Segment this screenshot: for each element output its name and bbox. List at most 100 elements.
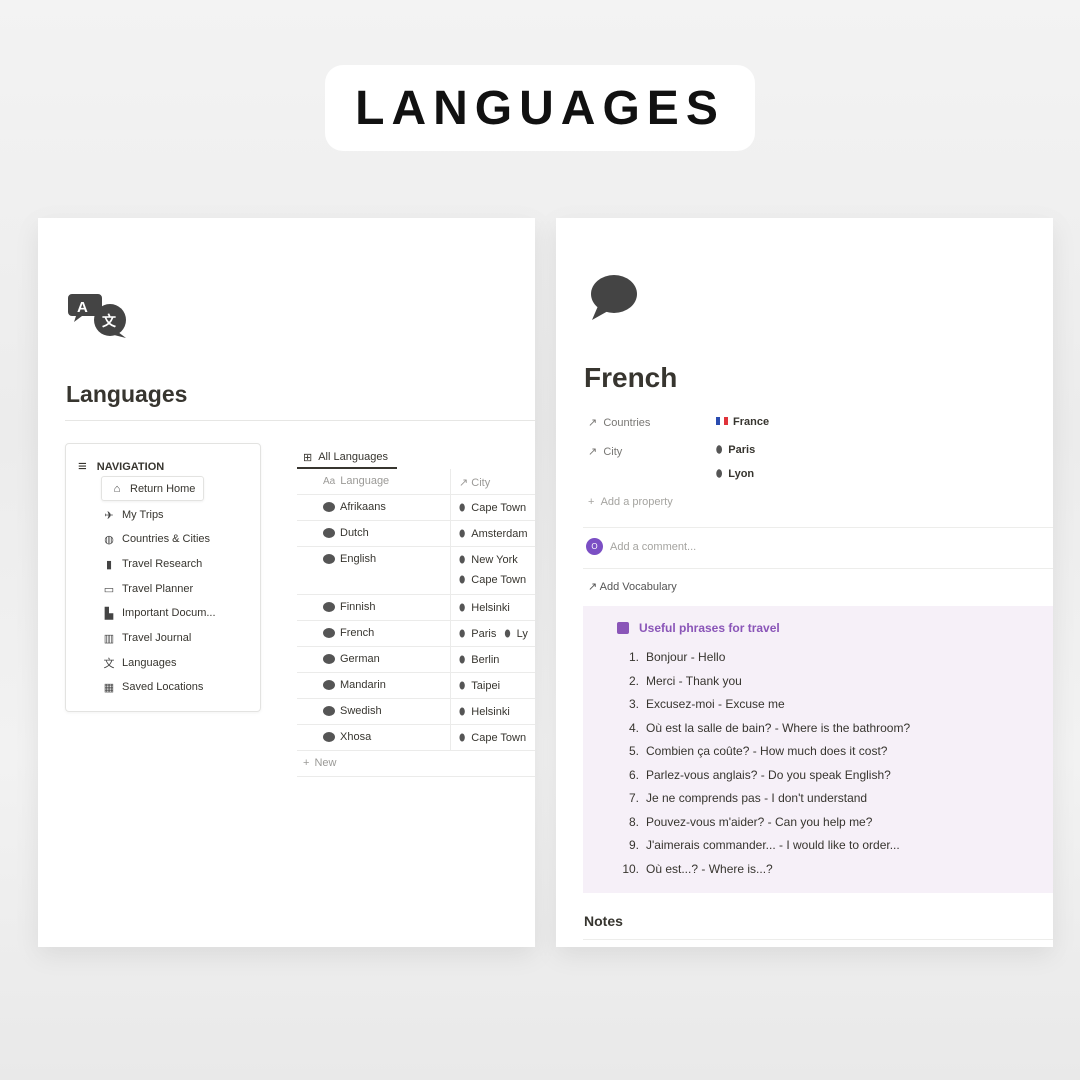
pin-icon: ⬮ <box>459 503 466 514</box>
nav-countries-cities[interactable]: ◍ Countries & Cities <box>102 529 210 549</box>
add-vocabulary-link[interactable]: ↗ Add Vocabulary <box>588 580 677 593</box>
pin-icon: ⬮ <box>459 529 466 540</box>
phrases-callout: Useful phrases for travel 1. Bonjour - He… <box>583 606 1053 893</box>
city-chip[interactable]: ⬮ Berlin <box>459 654 499 666</box>
languages-page: A文 Languages ≡ NAVIGATION ⌂ Return Home ✈ M… <box>38 218 535 947</box>
suitcase-icon <box>617 622 629 634</box>
nav-travel-research[interactable]: ▮ Travel Research <box>102 554 202 574</box>
page-title: French <box>584 362 678 393</box>
calendar-icon: ▭ <box>103 583 115 596</box>
pin-icon: ⬮ <box>459 733 466 744</box>
table-row[interactable]: Afrikaans ⬮ Cape Town <box>297 495 535 521</box>
nav-travel-journal[interactable]: ▥ Travel Journal <box>102 628 192 648</box>
city-chip[interactable]: ⬮ Helsinki <box>459 602 510 614</box>
new-row-button[interactable]: + New <box>297 751 535 777</box>
property-countries[interactable]: ↗ Countries <box>588 416 650 429</box>
speech-bubble-icon <box>323 732 335 742</box>
language-name[interactable]: Xhosa <box>340 731 371 743</box>
nav-my-trips[interactable]: ✈ My Trips <box>102 505 163 525</box>
table-row[interactable]: Finnish ⬮ Helsinki <box>297 595 535 621</box>
nav-travel-planner[interactable]: ▭ Travel Planner <box>102 579 193 599</box>
banner-title: LANGUAGES <box>325 65 755 151</box>
language-name[interactable]: English <box>340 553 376 565</box>
pin-icon: ⬮ <box>716 469 723 480</box>
phrase-item: 3. Excusez-moi - Excuse me <box>628 697 785 711</box>
pin-icon: ⬮ <box>459 629 466 640</box>
table-row[interactable]: Xhosa ⬮ Cape Town <box>297 725 535 751</box>
city-chip[interactable]: ⬮ Taipei <box>459 680 500 692</box>
globe-icon: ◍ <box>104 533 114 546</box>
languages-table: Aa Language ↗ City Afrikaans ⬮ Cape Town Dutc… <box>297 469 535 777</box>
nav-return-home[interactable]: ⌂ Return Home <box>101 476 205 501</box>
country-france[interactable]: France <box>716 416 769 428</box>
city-cell[interactable]: ⬮ Cape Town <box>450 725 535 750</box>
city-chip[interactable]: ⬮ Ly <box>504 628 528 640</box>
table-row[interactable]: French ⬮ Paris ⬮ Ly <box>297 621 535 647</box>
airplane-icon: ✈ <box>104 509 114 522</box>
table-row[interactable]: Mandarin ⬮ Taipei <box>297 673 535 699</box>
city-cell[interactable]: ⬮ Helsinki <box>450 595 526 620</box>
city-cell[interactable]: ⬮ Amsterdam <box>450 521 535 546</box>
nav-saved-locations[interactable]: ▦ Saved Locations <box>102 677 204 697</box>
phrase-item: 1. Bonjour - Hello <box>628 650 726 664</box>
speech-bubble-icon <box>590 274 640 327</box>
speech-bubble-icon <box>323 502 335 512</box>
language-name[interactable]: Finnish <box>340 601 375 613</box>
relation-arrow-icon: ↗ <box>588 417 598 429</box>
pin-icon: ⬮ <box>459 603 466 614</box>
divider <box>583 527 1053 528</box>
add-property-button[interactable]: + Add a property <box>588 496 673 508</box>
avatar: O <box>586 538 603 555</box>
property-city[interactable]: ↗ City <box>588 445 622 458</box>
city-cell[interactable]: ⬮ Taipei <box>450 673 516 698</box>
language-name[interactable]: Dutch <box>340 527 369 539</box>
house-icon: ⌂ <box>113 482 121 495</box>
city-lyon[interactable]: ⬮ Lyon <box>716 468 754 480</box>
menu-icon: ≡ <box>78 458 87 475</box>
navigation-box: ≡ NAVIGATION ⌂ Return Home ✈ My Trips ◍ Coun… <box>65 443 261 712</box>
city-cell[interactable]: ⬮ Cape Town <box>450 495 535 520</box>
divider <box>65 420 535 421</box>
city-chip[interactable]: ⬮ Paris <box>459 628 496 640</box>
speech-bubble-icon <box>323 706 335 716</box>
table-row[interactable]: English ⬮ New York ⬮ Cape Town <box>297 547 535 595</box>
text-type-icon: Aa <box>323 475 336 487</box>
city-chip[interactable]: ⬮ Helsinki <box>459 706 510 718</box>
phrase-item: 4. Où est la salle de bain? - Where is th… <box>628 720 911 735</box>
plus-icon: + <box>303 757 310 769</box>
table-row[interactable]: Dutch ⬮ Amsterdam <box>297 521 535 547</box>
comment-input[interactable]: Add a comment... <box>610 541 1010 553</box>
language-name[interactable]: Mandarin <box>340 679 386 691</box>
tab-all-languages[interactable]: ⊞ All Languages <box>297 447 397 469</box>
city-chip[interactable]: ⬮ Amsterdam <box>459 528 528 540</box>
svg-text:文: 文 <box>102 313 117 330</box>
speech-bubble-icon <box>323 654 335 664</box>
city-paris[interactable]: ⬮ Paris <box>716 444 755 456</box>
pin-icon: ⬮ <box>459 707 466 718</box>
speech-bubble-icon <box>323 628 335 638</box>
plus-icon: + <box>588 496 595 508</box>
france-flag-icon <box>716 417 728 425</box>
language-name[interactable]: German <box>340 653 380 665</box>
language-name[interactable]: Afrikaans <box>340 501 386 513</box>
notes-heading: Notes <box>584 913 623 929</box>
svg-text:A: A <box>77 299 88 316</box>
phrase-item: 6. Parlez-vous anglais? - Do you speak En… <box>628 767 891 782</box>
nav-languages[interactable]: 文 Languages <box>102 653 177 673</box>
city-cell[interactable]: ⬮ Berlin <box>450 647 515 672</box>
city-cell[interactable]: ⬮ Helsinki <box>450 699 526 724</box>
city-cell[interactable]: ⬮ Paris ⬮ Ly <box>450 621 535 646</box>
table-row[interactable]: German ⬮ Berlin <box>297 647 535 673</box>
map-icon: ▦ <box>103 681 115 694</box>
city-chip[interactable]: ⬮ Cape Town <box>459 502 526 514</box>
city-cell[interactable]: ⬮ New York ⬮ Cape Town <box>450 547 534 594</box>
nav-important-documents[interactable]: ▙ Important Docum... <box>102 603 216 623</box>
table-icon: ⊞ <box>303 451 313 464</box>
callout-title: Useful phrases for travel <box>617 621 780 635</box>
city-chip[interactable]: ⬮ Cape Town <box>459 732 526 744</box>
language-name[interactable]: French <box>340 627 374 639</box>
table-row[interactable]: Swedish ⬮ Helsinki <box>297 699 535 725</box>
navigation-heading: ≡ NAVIGATION <box>78 458 165 475</box>
language-name[interactable]: Swedish <box>340 705 382 717</box>
speech-bubble-icon <box>323 528 335 538</box>
